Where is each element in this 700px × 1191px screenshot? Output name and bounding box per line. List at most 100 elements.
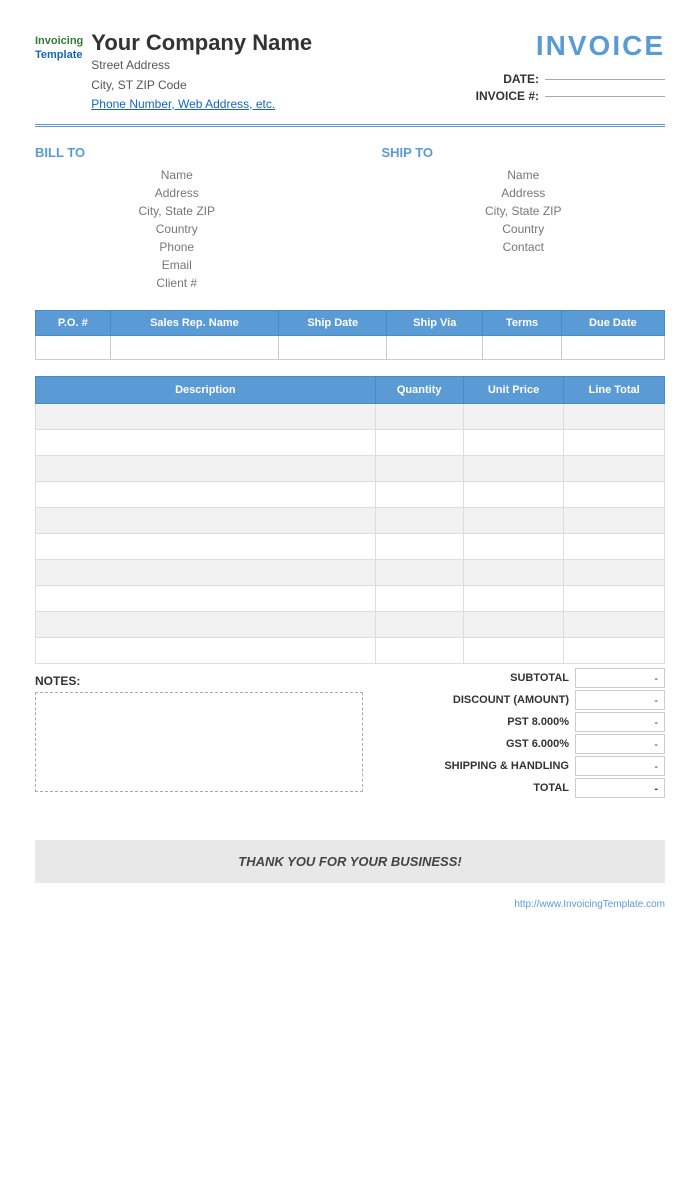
table-cell[interactable] bbox=[36, 481, 376, 507]
table-cell[interactable] bbox=[36, 611, 376, 637]
table-cell[interactable] bbox=[463, 403, 564, 429]
table-row bbox=[36, 429, 665, 455]
table-cell[interactable] bbox=[564, 481, 665, 507]
notes-input[interactable] bbox=[35, 692, 363, 792]
table-cell[interactable] bbox=[463, 585, 564, 611]
order-po[interactable] bbox=[36, 335, 111, 359]
shipping-label: SHIPPING & HANDLING bbox=[375, 760, 575, 772]
table-row bbox=[36, 637, 665, 663]
table-cell[interactable] bbox=[564, 429, 665, 455]
watermark: http://www.InvoicingTemplate.com bbox=[35, 899, 665, 910]
table-cell[interactable] bbox=[375, 455, 463, 481]
totals-block: SUBTOTAL - DISCOUNT (AMOUNT) - PST 8.000… bbox=[375, 664, 665, 800]
logo-template: Template bbox=[35, 49, 82, 61]
table-cell[interactable] bbox=[375, 533, 463, 559]
table-cell[interactable] bbox=[375, 481, 463, 507]
table-cell[interactable] bbox=[463, 455, 564, 481]
table-cell[interactable] bbox=[564, 559, 665, 585]
invoice-num-value[interactable] bbox=[545, 96, 665, 97]
pst-row: PST 8.000% - bbox=[375, 712, 665, 732]
table-cell[interactable] bbox=[375, 507, 463, 533]
table-cell[interactable] bbox=[375, 429, 463, 455]
table-cell[interactable] bbox=[463, 559, 564, 585]
phone-web[interactable]: Phone Number, Web Address, etc. bbox=[91, 97, 275, 111]
table-cell[interactable] bbox=[36, 507, 376, 533]
table-cell[interactable] bbox=[375, 585, 463, 611]
bill-to-block: BILL TO Name Address City, State ZIP Cou… bbox=[35, 145, 319, 294]
table-cell[interactable] bbox=[463, 429, 564, 455]
header-right: INVOICE DATE: INVOICE #: bbox=[476, 30, 665, 106]
table-cell[interactable] bbox=[375, 403, 463, 429]
shipping-row: SHIPPING & HANDLING - bbox=[375, 756, 665, 776]
table-cell[interactable] bbox=[36, 637, 376, 663]
header-meta: DATE: INVOICE #: bbox=[476, 72, 665, 103]
ship-to-block: SHIP TO Name Address City, State ZIP Cou… bbox=[382, 145, 666, 294]
table-cell[interactable] bbox=[375, 559, 463, 585]
table-cell[interactable] bbox=[564, 403, 665, 429]
table-cell[interactable] bbox=[36, 559, 376, 585]
col-ship-via: Ship Via bbox=[387, 310, 483, 335]
table-cell[interactable] bbox=[463, 507, 564, 533]
address-section: BILL TO Name Address City, State ZIP Cou… bbox=[35, 145, 665, 294]
company-name: Your Company Name bbox=[91, 30, 312, 56]
total-value: - bbox=[575, 778, 665, 798]
order-sales-rep[interactable] bbox=[110, 335, 279, 359]
street-address: Street Address bbox=[91, 56, 312, 75]
table-cell[interactable] bbox=[564, 611, 665, 637]
notes-block: NOTES: bbox=[35, 664, 363, 792]
order-due-date[interactable] bbox=[561, 335, 664, 359]
table-cell[interactable] bbox=[463, 611, 564, 637]
table-cell[interactable] bbox=[463, 637, 564, 663]
bill-to-address: Address bbox=[35, 186, 319, 200]
date-value[interactable] bbox=[545, 79, 665, 80]
table-cell[interactable] bbox=[36, 533, 376, 559]
table-cell[interactable] bbox=[564, 455, 665, 481]
ship-to-name: Name bbox=[382, 168, 666, 182]
table-row bbox=[36, 559, 665, 585]
table-row bbox=[36, 533, 665, 559]
table-cell[interactable] bbox=[375, 611, 463, 637]
col-quantity: Quantity bbox=[375, 376, 463, 403]
gst-label: GST 6.000% bbox=[375, 738, 575, 750]
logo: Invoicing Template bbox=[35, 34, 83, 63]
table-cell[interactable] bbox=[463, 481, 564, 507]
table-cell[interactable] bbox=[36, 403, 376, 429]
table-cell[interactable] bbox=[564, 533, 665, 559]
subtotal-label: SUBTOTAL bbox=[375, 672, 575, 684]
invoice-num-row: INVOICE #: bbox=[476, 89, 665, 103]
table-cell[interactable] bbox=[36, 585, 376, 611]
table-cell[interactable] bbox=[463, 533, 564, 559]
company-block: Invoicing Template Your Company Name Str… bbox=[35, 30, 312, 114]
col-due-date: Due Date bbox=[561, 310, 664, 335]
order-ship-via[interactable] bbox=[387, 335, 483, 359]
pst-value: - bbox=[575, 712, 665, 732]
table-cell[interactable] bbox=[564, 585, 665, 611]
table-cell[interactable] bbox=[36, 455, 376, 481]
col-line-total: Line Total bbox=[564, 376, 665, 403]
table-cell[interactable] bbox=[564, 507, 665, 533]
col-terms: Terms bbox=[483, 310, 562, 335]
order-terms[interactable] bbox=[483, 335, 562, 359]
header: Invoicing Template Your Company Name Str… bbox=[35, 30, 665, 114]
bill-to-title: BILL TO bbox=[35, 145, 319, 160]
company-info: Your Company Name Street Address City, S… bbox=[91, 30, 312, 114]
ship-to-city: City, State ZIP bbox=[382, 204, 666, 218]
total-row: TOTAL - bbox=[375, 778, 665, 798]
order-ship-date[interactable] bbox=[279, 335, 387, 359]
table-row bbox=[36, 611, 665, 637]
discount-label: DISCOUNT (AMOUNT) bbox=[375, 694, 575, 706]
ship-to-country: Country bbox=[382, 222, 666, 236]
invoice-title: INVOICE bbox=[476, 30, 665, 62]
table-row bbox=[36, 403, 665, 429]
table-cell[interactable] bbox=[36, 429, 376, 455]
table-cell[interactable] bbox=[564, 637, 665, 663]
col-unit-price: Unit Price bbox=[463, 376, 564, 403]
pst-label: PST 8.000% bbox=[375, 716, 575, 728]
notes-label: NOTES: bbox=[35, 674, 363, 688]
table-cell[interactable] bbox=[375, 637, 463, 663]
subtotal-row: SUBTOTAL - bbox=[375, 668, 665, 688]
shipping-value: - bbox=[575, 756, 665, 776]
items-table: Description Quantity Unit Price Line Tot… bbox=[35, 376, 665, 664]
gst-value: - bbox=[575, 734, 665, 754]
discount-value: - bbox=[575, 690, 665, 710]
